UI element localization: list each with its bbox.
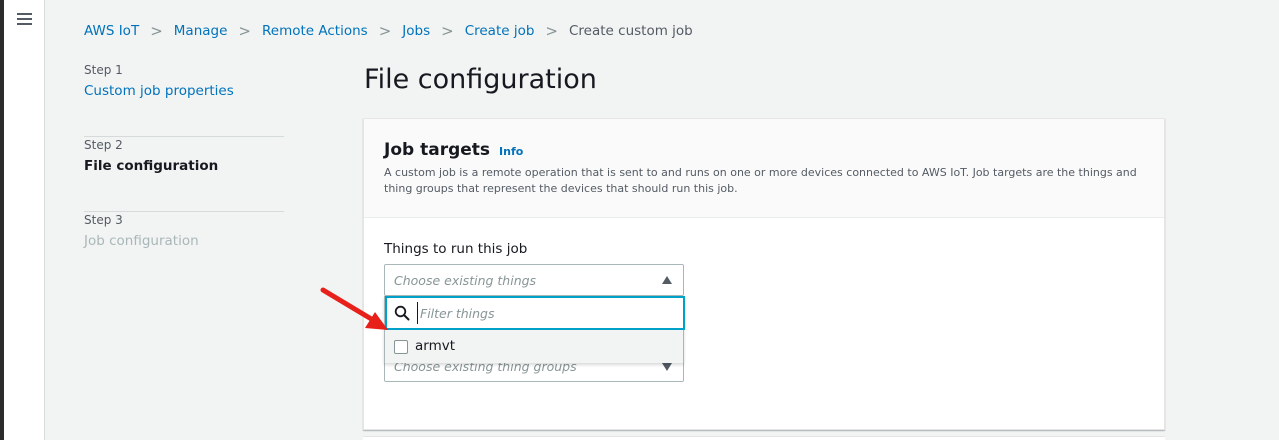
breadcrumb-separator-icon: >: [441, 22, 454, 40]
nav-rail: [4, 0, 45, 440]
breadcrumb-separator-icon: >: [238, 22, 251, 40]
breadcrumb-create-job[interactable]: Create job: [465, 23, 535, 39]
annotation-arrow-icon: [320, 287, 388, 330]
caret-down-icon: [662, 363, 672, 371]
breadcrumb-current: Create custom job: [569, 23, 693, 39]
filter-things-input[interactable]: [417, 302, 672, 324]
next-panel-edge: [363, 436, 1165, 440]
breadcrumb-remote-actions[interactable]: Remote Actions: [262, 23, 368, 39]
breadcrumb: AWS IoT > Manage > Remote Actions > Jobs…: [84, 22, 693, 40]
wizard-step-1: Step 1 Custom job properties: [84, 62, 284, 137]
breadcrumb-separator-icon: >: [545, 22, 558, 40]
option-armvt[interactable]: armvt: [385, 330, 683, 363]
filter-box: [385, 296, 685, 330]
job-targets-panel: Job targets Info A custom job is a remot…: [363, 118, 1165, 430]
step-file-configuration: File configuration: [84, 158, 219, 174]
things-select-placeholder: Choose existing things: [394, 273, 537, 288]
step-number: Step 1: [84, 63, 123, 77]
hamburger-menu-icon[interactable]: [17, 13, 32, 26]
things-field-label: Things to run this job: [384, 241, 528, 257]
step-number: Step 3: [84, 213, 123, 227]
page-title: File configuration: [364, 64, 597, 95]
breadcrumb-manage[interactable]: Manage: [174, 23, 228, 39]
things-select[interactable]: Choose existing things: [384, 264, 684, 296]
breadcrumb-jobs[interactable]: Jobs: [402, 23, 430, 39]
panel-header: Job targets Info A custom job is a remot…: [364, 119, 1164, 218]
breadcrumb-aws-iot[interactable]: AWS IoT: [84, 23, 139, 39]
breadcrumb-separator-icon: >: [378, 22, 392, 40]
panel-description: A custom job is a remote operation that …: [384, 166, 1137, 195]
info-link[interactable]: Info: [499, 145, 523, 158]
caret-up-icon: [662, 276, 672, 284]
wizard-steps: Step 1 Custom job properties Step 2 File…: [84, 62, 284, 287]
wizard-step-3: Step 3 Job configuration: [84, 212, 284, 287]
checkbox[interactable]: [394, 340, 408, 354]
things-dropdown: armvt: [384, 296, 685, 363]
breadcrumb-separator-icon: >: [150, 22, 163, 40]
step-custom-job-properties-link[interactable]: Custom job properties: [84, 83, 284, 99]
step-number: Step 2: [84, 138, 123, 152]
wizard-step-2: Step 2 File configuration: [84, 137, 284, 212]
panel-title: Job targets: [384, 140, 491, 160]
option-label: armvt: [415, 338, 456, 354]
step-job-configuration: Job configuration: [84, 233, 199, 249]
